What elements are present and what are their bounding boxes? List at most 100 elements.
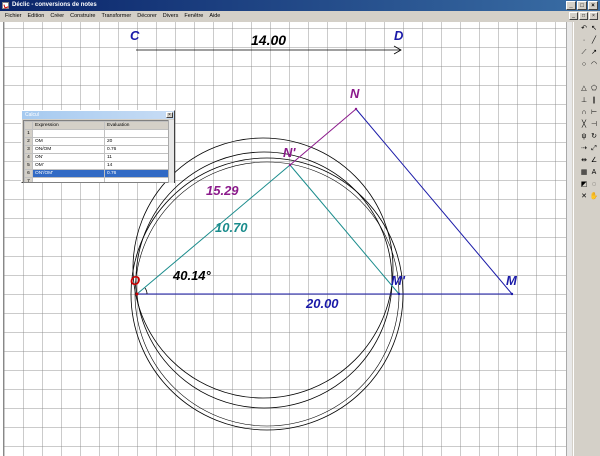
color-icon[interactable]: ◩	[579, 180, 589, 190]
app-logo-icon	[2, 2, 9, 9]
calc-evaluation-cell: 0.76	[104, 169, 168, 178]
calc-window[interactable]: Calcul × Expression Evaluation 1 2 OM 20…	[21, 110, 175, 183]
calc-expression-cell[interactable]: ON/OM	[32, 145, 105, 154]
translation-icon[interactable]: ⇢	[579, 144, 589, 154]
rotation-icon[interactable]: ↻	[589, 132, 599, 142]
calc-expression-cell[interactable]: ON'	[32, 153, 105, 162]
menu-bar: Fichier Edition Créer Construire Transfo…	[0, 11, 600, 22]
point-m-prime-marker[interactable]	[397, 292, 401, 296]
calc-row[interactable]: 4 ON' 11	[24, 153, 168, 162]
calc-expression-cell[interactable]: OM	[32, 137, 105, 146]
calc-expression-cell[interactable]: ON'/OM'	[32, 169, 105, 178]
minimize-button[interactable]: _	[566, 1, 576, 10]
menu-aide[interactable]: Aide	[206, 11, 223, 22]
calc-evaluation-cell: 11	[104, 153, 168, 162]
doc-restore-button[interactable]: □	[579, 12, 588, 20]
calc-expression-cell[interactable]	[32, 177, 105, 182]
calc-expression-cell[interactable]: OM'	[32, 161, 105, 170]
label-point-c[interactable]: C	[130, 28, 139, 43]
calc-header-expression: Expression	[32, 121, 105, 130]
calc-row[interactable]: 1	[24, 129, 168, 138]
segment-nm[interactable]	[355, 108, 513, 295]
menu-fenetre[interactable]: Fenêtre	[181, 11, 206, 22]
maximize-button[interactable]: □	[577, 1, 587, 10]
calc-scrollbar[interactable]	[168, 120, 174, 183]
measure-on-prime-inner: 10.70	[215, 220, 248, 235]
line-icon[interactable]: ╱	[589, 36, 599, 46]
vertical-scrollbar[interactable]	[566, 22, 572, 456]
label-point-n[interactable]: N	[350, 86, 359, 101]
calc-window-title-bar[interactable]: Calcul ×	[22, 111, 174, 119]
menu-edition[interactable]: Edition	[25, 11, 48, 22]
measure-cd: 14.00	[251, 32, 287, 48]
menu-fichier[interactable]: Fichier	[2, 11, 25, 22]
text-icon[interactable]: A	[589, 168, 599, 178]
doc-close-button[interactable]: ×	[589, 12, 598, 20]
window-title: Déclic - conversions de notes	[12, 2, 97, 8]
left-ruler	[0, 22, 4, 456]
ray-icon[interactable]: ↗	[589, 48, 599, 58]
calc-row-index: 2	[24, 137, 33, 146]
circle-icon[interactable]: ○	[579, 60, 589, 70]
label-point-d[interactable]: D	[394, 28, 403, 43]
calc-header-evaluation: Evaluation	[104, 121, 168, 130]
calc-row[interactable]: 5 OM' 14	[24, 161, 168, 170]
calc-row[interactable]: 2 OM 20	[24, 137, 168, 146]
label-point-n-prime[interactable]: N'	[283, 145, 295, 160]
reflection-icon[interactable]: ψ	[579, 132, 589, 142]
tool-palette: ↶ ↖ · ╱ ⟋ ↗ ○ ◠ △ ⬠ ⊥ ∥ ∩ ⊢ ╳ ⊣ ψ ↻ ⇢ ⤢ …	[573, 22, 600, 456]
calc-row-index: 7	[24, 177, 33, 182]
geometry-figure	[130, 45, 514, 431]
undo-icon[interactable]: ↶	[579, 24, 589, 34]
point-n-marker[interactable]	[354, 107, 358, 111]
close-button[interactable]: ×	[588, 1, 598, 10]
calculator-icon[interactable]: ▦	[579, 168, 589, 178]
calc-row[interactable]: 3 ON/OM 0.76	[24, 145, 168, 154]
calc-header-index	[24, 121, 33, 130]
calc-row-index: 4	[24, 153, 33, 162]
label-point-m-prime[interactable]: M'	[391, 273, 405, 288]
geometry-canvas[interactable]: C D 14.00 N N' 15.29 10.70 O 40.14° M' M…	[0, 22, 572, 456]
calc-row-index: 3	[24, 145, 33, 154]
menu-construire[interactable]: Construire	[67, 11, 98, 22]
calc-close-button[interactable]: ×	[166, 112, 173, 118]
calc-window-title: Calcul	[25, 112, 39, 118]
hide-icon[interactable]: ◌	[589, 180, 599, 190]
delete-icon[interactable]: ✕	[579, 192, 589, 202]
intersection-icon[interactable]: ╳	[579, 120, 589, 130]
point-icon[interactable]: ·	[579, 36, 589, 46]
menu-transformer[interactable]: Transformer	[98, 11, 134, 22]
calc-row[interactable]: 7	[24, 177, 168, 182]
menu-creer[interactable]: Créer	[47, 11, 67, 22]
angle-icon[interactable]: ∠	[589, 156, 599, 166]
measure-om: 20.00	[306, 296, 339, 311]
pointer-icon[interactable]: ↖	[589, 24, 599, 34]
triangle-icon[interactable]: △	[579, 84, 589, 94]
measure-icon[interactable]: ⇹	[579, 156, 589, 166]
calc-evaluation-cell	[104, 177, 168, 182]
menu-divers[interactable]: Divers	[160, 11, 182, 22]
calc-expression-cell[interactable]	[32, 129, 105, 138]
arc-icon[interactable]: ◠	[589, 60, 599, 70]
polygon-icon[interactable]: ⬠	[589, 84, 599, 94]
label-point-m[interactable]: M	[506, 273, 517, 288]
bisector-icon[interactable]: ⊢	[589, 108, 599, 118]
parallel-icon[interactable]: ∥	[589, 96, 599, 106]
angle-marker	[144, 287, 148, 295]
midpoint-icon[interactable]: ∩	[579, 108, 589, 118]
segment-n-prime-n[interactable]	[289, 108, 357, 166]
perpendicular-icon[interactable]: ⊥	[579, 96, 589, 106]
segment-icon[interactable]: ⟋	[579, 48, 589, 58]
menu-decorer[interactable]: Décorer	[134, 11, 160, 22]
segment-n-prime-m-prime[interactable]	[289, 164, 400, 295]
point-m-marker[interactable]	[510, 292, 514, 296]
hand-icon[interactable]: ✋	[589, 192, 599, 202]
point-n-prime-marker[interactable]	[288, 163, 292, 167]
point-o-marker[interactable]	[135, 292, 139, 296]
compass-icon[interactable]: ⊣	[589, 120, 599, 130]
label-point-o[interactable]: O	[130, 273, 140, 288]
doc-minimize-button[interactable]: _	[569, 12, 578, 20]
calc-evaluation-cell: 14	[104, 161, 168, 170]
calc-row-selected[interactable]: 6 ON'/OM' 0.76	[24, 169, 168, 178]
homothety-icon[interactable]: ⤢	[589, 144, 599, 154]
